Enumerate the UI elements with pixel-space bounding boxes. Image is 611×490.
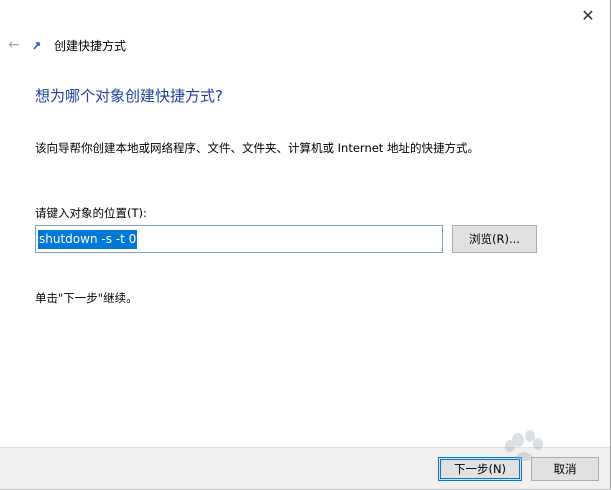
shortcut-icon bbox=[32, 39, 42, 51]
location-label: 请键入对象的位置(T): bbox=[35, 206, 147, 220]
location-input[interactable]: shutdown -s -t 0 bbox=[35, 225, 443, 253]
cancel-button[interactable]: 取消 bbox=[531, 457, 599, 481]
create-shortcut-window: ✕ ← 创建快捷方式 想为哪个对象创建快捷方式? 该向导帮你创建本地或网络程序、… bbox=[0, 0, 611, 490]
wizard-description: 该向导帮你创建本地或网络程序、文件、文件夹、计算机或 Internet 地址的快… bbox=[35, 141, 479, 155]
continue-hint: 单击"下一步"继续。 bbox=[35, 291, 138, 305]
page-heading: 想为哪个对象创建快捷方式? bbox=[35, 87, 223, 105]
close-icon[interactable]: ✕ bbox=[566, 0, 610, 30]
next-button[interactable]: 下一步(N) bbox=[438, 457, 522, 481]
back-arrow-icon[interactable]: ← bbox=[4, 34, 24, 56]
location-input-value[interactable]: shutdown -s -t 0 bbox=[38, 229, 138, 249]
browse-button[interactable]: 浏览(R)... bbox=[452, 225, 537, 253]
wizard-header: ← 创建快捷方式 bbox=[0, 34, 300, 56]
wizard-footer: 下一步(N) 取消 bbox=[0, 447, 610, 489]
wizard-title: 创建快捷方式 bbox=[54, 39, 127, 53]
